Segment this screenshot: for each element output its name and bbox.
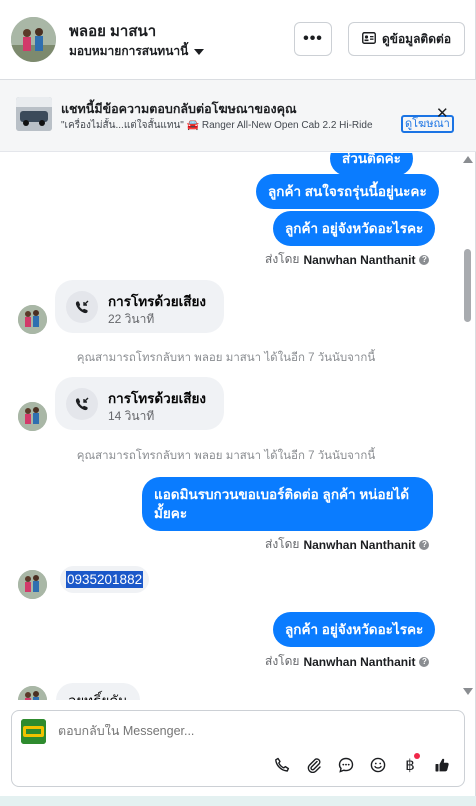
payment-icon[interactable]: ฿	[398, 753, 422, 777]
reply-input[interactable]	[58, 724, 438, 738]
sent-by-name: Nanwhan Nanthanit	[303, 537, 416, 552]
page-avatar	[21, 719, 46, 744]
contact-name: พลอย มาสนา	[69, 23, 157, 40]
composer-toolbar: ฿	[270, 753, 454, 777]
thumbs-up-icon[interactable]	[430, 753, 454, 777]
sent-by-prefix: ส่งโดย	[265, 252, 300, 266]
caret-down-icon	[194, 48, 205, 55]
incoming-message[interactable]: 0935201882	[60, 566, 150, 593]
sent-by-caption: ส่งโดย Nanwhan Nanthanit ?	[265, 250, 430, 269]
call-title: การโทรด้วยเสียง	[108, 391, 207, 406]
outgoing-message[interactable]: แอดมินรบกวนขอเบอร์ติดต่อ ลูกค้า หน่อยได้…	[142, 477, 433, 531]
saved-reply-icon[interactable]	[334, 753, 358, 777]
sent-by-name: Nanwhan Nanthanit	[303, 654, 416, 669]
contact-card-icon	[362, 31, 376, 47]
missed-call-icon	[66, 291, 98, 323]
reply-composer: ฿	[11, 710, 465, 787]
outgoing-message[interactable]: ลูกค้า อยู่จังหวัดอะไรคะ	[273, 211, 436, 246]
ad-banner-subtitle: "เครื่องไม่สั้น...แต่ใจสั้นแทน" 🚘 Ranger…	[61, 120, 373, 131]
missed-call-icon	[66, 388, 98, 420]
sent-by-caption: ส่งโดย Nanwhan Nanthanit ?	[265, 535, 430, 554]
info-icon[interactable]: ?	[419, 254, 430, 265]
info-icon[interactable]: ?	[419, 539, 430, 550]
assign-conversation-label: มอบหมายการสนทนานี้	[69, 44, 189, 58]
message-scrollbar[interactable]	[462, 153, 474, 700]
call-back-note: คุณสามารถโทรกลับหา พลอย มาสนา ได้ในอีก 7…	[76, 450, 376, 462]
voice-call-card[interactable]: การโทรด้วยเสียง 22 วินาที	[55, 280, 224, 333]
contact-avatar-small	[18, 570, 47, 599]
call-duration: 22 วินาที	[108, 312, 155, 326]
outgoing-message[interactable]: ลูกค้า อยู่จังหวัดอะไรคะ	[273, 612, 436, 647]
message-thread[interactable]: ส่วนติดค่ะ ลูกค้า สนใจรถรุ่นนี้อยู่นะคะ …	[0, 153, 462, 700]
close-banner-icon[interactable]: ✕	[436, 104, 449, 122]
voice-call-card[interactable]: การโทรด้วยเสียง 14 วินาที	[55, 377, 224, 430]
contact-avatar-small	[18, 402, 47, 431]
call-back-note: คุณสามารถโทรกลับหา พลอย มาสนา ได้ในอีก 7…	[76, 352, 376, 364]
sent-by-name: Nanwhan Nanthanit	[303, 252, 416, 267]
ad-banner-title: แชทนี้มีข้อความตอบกลับต่อโฆษณาของคุณ	[61, 102, 297, 116]
scroll-up-arrow-icon[interactable]	[463, 156, 473, 163]
baht-symbol: ฿	[405, 757, 415, 774]
more-options-button[interactable]: •••	[294, 22, 332, 56]
info-icon[interactable]: ?	[419, 656, 430, 667]
contact-avatar-small	[18, 305, 47, 334]
attachment-icon[interactable]	[302, 753, 326, 777]
sent-by-caption: ส่งโดย Nanwhan Nanthanit ?	[265, 652, 430, 671]
outgoing-message[interactable]: ลูกค้า สนใจรถรุ่นนี้อยู่นะคะ	[256, 174, 439, 209]
contact-avatar[interactable]	[11, 17, 56, 62]
incoming-message-partial: ลยุทธิ์ยคัน	[56, 683, 140, 700]
sent-by-prefix: ส่งโดย	[265, 654, 300, 668]
phone-icon[interactable]	[270, 753, 294, 777]
conversation-panel: พลอย มาสนา มอบหมายการสนทนานี้ ••• ดูข้อม…	[0, 0, 476, 796]
notification-dot	[414, 753, 420, 759]
view-contact-info-button[interactable]: ดูข้อมูลติดต่อ	[348, 22, 465, 56]
scroll-down-arrow-icon[interactable]	[463, 688, 473, 695]
assign-conversation-dropdown[interactable]: มอบหมายการสนทนานี้	[69, 42, 205, 61]
call-title: การโทรด้วยเสียง	[108, 294, 207, 309]
conversation-header: พลอย มาสนา มอบหมายการสนทนานี้ ••• ดูข้อม…	[0, 0, 476, 80]
more-dots-label: •••	[303, 30, 323, 47]
ad-thumbnail	[16, 97, 52, 131]
emoji-icon[interactable]	[366, 753, 390, 777]
selected-phone-number[interactable]: 0935201882	[66, 571, 144, 588]
call-duration: 14 วินาที	[108, 409, 155, 423]
contact-info-label: ดูข้อมูลติดต่อ	[381, 31, 452, 46]
sent-by-prefix: ส่งโดย	[265, 537, 300, 551]
contact-avatar-small	[18, 686, 47, 700]
outgoing-message-partial: ส่วนติดค่ะ	[330, 153, 413, 176]
scrollbar-thumb[interactable]	[464, 249, 471, 322]
